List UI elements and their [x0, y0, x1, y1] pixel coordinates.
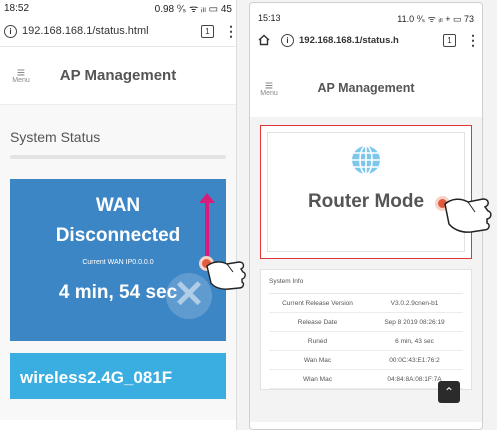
info-value: 6 min, 43 sec	[395, 337, 434, 345]
section-title: System Status	[10, 129, 101, 145]
table-row: Wan Mac 00:0C:43:E1:76:2	[269, 351, 463, 370]
tab-count-button[interactable]: 1	[443, 33, 456, 47]
more-options-icon[interactable]: ⋮	[224, 23, 236, 40]
tab-count-button[interactable]: 1	[201, 24, 214, 38]
router-mode-card[interactable]: Router Mode	[260, 125, 472, 259]
address-bar[interactable]: i 192.168.168.1/status.html 1 ⋮	[0, 16, 236, 46]
info-key: Runed	[307, 337, 328, 345]
system-info-title: System Info	[269, 270, 463, 294]
wan-label: WAN	[95, 195, 141, 216]
address-bar[interactable]: i 192.168.168.1/status.h 1 ⋮	[250, 27, 482, 53]
left-phone-screen: 18:52 0.98 ⁰⁄ₛ ᯤ ᵢₗₗ ▭ 45 i 192.168.168.…	[0, 0, 237, 430]
status-bar: 18:52 0.98 ⁰⁄ₛ ᯤ ᵢₗₗ ▭ 45	[0, 0, 236, 16]
app-title: AP Management	[59, 67, 177, 84]
more-options-icon[interactable]: ⋮	[466, 32, 480, 49]
info-value: Sep 8 2019 08:26:19	[384, 318, 445, 326]
main-content: Router Mode System Info Current Release …	[250, 117, 482, 422]
swipe-arrow-icon	[205, 200, 209, 258]
hamburger-icon: ≡	[16, 64, 26, 80]
table-row: Wlan Mac 04:84:8A:08:1F:7A	[269, 370, 463, 389]
app-title: AP Management	[317, 81, 415, 95]
info-icon[interactable]: i	[281, 33, 294, 47]
router-mode-label: Router Mode	[307, 191, 425, 212]
chevron-up-icon: ⌃	[443, 385, 455, 399]
info-key: Wan Mac	[303, 356, 332, 364]
info-value: V3.0.2.9cnen-b1	[390, 299, 439, 307]
system-info-panel: System Info Current Release Version V3.0…	[260, 269, 472, 390]
menu-label: Menu	[260, 89, 278, 97]
divider	[10, 155, 226, 159]
globe-icon	[352, 145, 380, 175]
menu-button[interactable]: ≡ Menu	[258, 76, 280, 97]
hand-pointer-icon	[206, 261, 246, 290]
info-key: Release Date	[297, 318, 338, 326]
info-key: Current Release Version	[282, 299, 353, 307]
app-header: ≡ Menu AP Management	[250, 59, 482, 117]
home-icon[interactable]	[258, 34, 270, 46]
url-text[interactable]: 192.168.168.1/status.h	[299, 35, 399, 46]
hamburger-icon: ≡	[264, 76, 274, 93]
table-row: Runed 6 min, 43 sec	[269, 332, 463, 351]
status-indicators: 11.0 ⁰⁄ₛ ᯤ ᵢₗₗ + ▭ 73	[397, 13, 474, 24]
info-icon[interactable]: i	[4, 24, 17, 38]
status-bar: 15:13 11.0 ⁰⁄ₛ ᯤ ᵢₗₗ + ▭ 73	[250, 3, 482, 27]
wireless-ssid: wireless2.4G_081F	[20, 368, 173, 387]
wireless-card[interactable]: wireless2.4G_081F	[10, 353, 226, 399]
menu-button[interactable]: ≡ Menu	[10, 64, 32, 84]
menu-label: Menu	[12, 77, 30, 84]
app-header: ≡ Menu AP Management	[0, 47, 236, 105]
wan-state: Disconnected	[55, 225, 181, 246]
status-time: 15:13	[258, 13, 281, 23]
swipe-arrowhead-icon	[199, 193, 215, 203]
url-text[interactable]: 192.168.168.1/status.html	[22, 25, 149, 37]
scroll-to-top-button[interactable]: ⌃	[438, 381, 460, 403]
status-indicators: 0.98 ⁰⁄ₛ ᯤ ᵢₗₗ ▭ 45	[154, 4, 232, 15]
info-key: Wlan Mac	[303, 375, 332, 383]
wan-ip: Current WAN IP0.0.0.0	[82, 259, 154, 266]
table-row: Current Release Version V3.0.2.9cnen-b1	[269, 294, 463, 313]
table-row: Release Date Sep 8 2019 08:26:19	[269, 313, 463, 332]
wan-status-card[interactable]: WAN Disconnected Current WAN IP0.0.0.0 4…	[10, 179, 226, 341]
info-value: 00:0C:43:E1:76:2	[389, 356, 440, 364]
status-time: 18:52	[4, 2, 30, 14]
